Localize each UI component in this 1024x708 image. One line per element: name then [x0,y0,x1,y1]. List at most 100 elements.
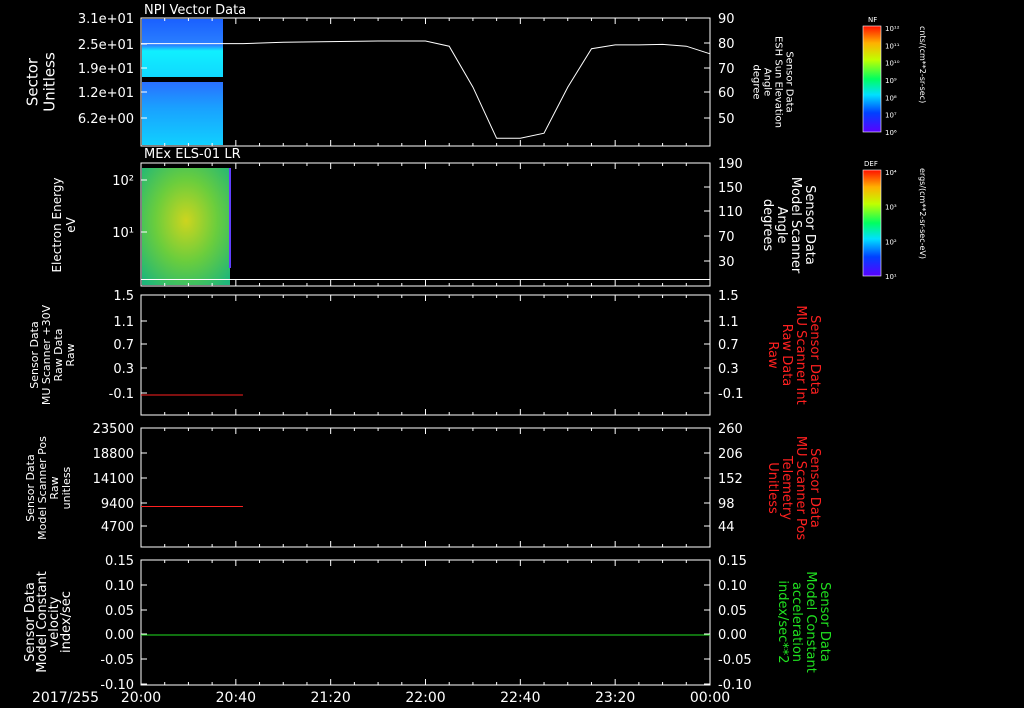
nf-colorbar-tick: 10¹² [885,25,900,33]
x-tick-label: 20:40 [216,690,256,706]
def-colorbar-tick: 10¹ [885,273,897,281]
y-axis-label-left: unitless [60,466,73,509]
y-tick-label-right: 260 [718,422,743,437]
y-tick-label-left: 18800 [93,447,134,462]
y-tick-label-right: 0.00 [718,628,747,643]
y-tick-label-right: -0.1 [718,387,743,402]
y-tick-label-left: 1.2e+01 [78,86,134,101]
y-tick-label-left: 0.05 [105,604,134,619]
y-tick-label-left: -0.05 [100,653,134,668]
y-tick-label-left: 2.5e+01 [78,38,134,53]
y-axis-label-left: Sector [24,57,42,106]
y-axis-label-right: Angle [762,68,773,96]
x-tick-label: 23:20 [595,690,635,706]
y-axis-label-left: Unitless [41,52,59,112]
y-tick-label-right: 30 [718,255,735,270]
y-tick-label-left: 14100 [93,472,134,487]
y-axis-label-right: ESH Sun Elevation [773,36,784,128]
y-axis-label-right: Raw [765,341,780,369]
y-tick-label-right: 70 [718,62,735,77]
y-tick-label-right: -0.05 [718,653,752,668]
panel-5-frame [140,559,711,686]
y-tick-label-left: -0.1 [109,387,134,402]
y-axis-label-left: eV [64,216,78,232]
y-tick-label-left: 0.7 [113,338,134,353]
panel-frames [140,17,711,686]
panel-2-title: MEx ELS-01 LR [144,147,241,162]
x-tick-label: 22:00 [405,690,445,706]
y-tick-label-right: 206 [718,447,743,462]
def-colorbar-tick: 10⁴ [885,169,897,177]
def-colorbar-tick: 10² [885,238,897,246]
y-axis-label-right: MU Scanner Int [793,305,808,404]
y-tick-label-right: 80 [718,37,735,52]
sun-elevation-line [141,40,711,139]
nf-colorbar-tag: NF [868,16,877,24]
nf-colorbar-tick: 10¹¹ [885,42,900,50]
y-axis-label-right: Telemetry [779,455,794,520]
x-tick-label: 22:40 [500,690,540,706]
y-axis-label-right: Unitless [765,462,780,514]
y-tick-label-right: 1.1 [718,315,739,330]
y-axis-label-right: degrees [760,199,775,252]
npi-spectrogram-top-block [142,19,223,77]
y-axis-label-right: Model Scanner [788,177,803,274]
y-tick-label-left: 10¹ [112,226,134,241]
panel-4-frame [140,427,711,548]
y-tick-label-right: 0.3 [718,362,739,377]
y-tick-label-right: 70 [718,230,735,245]
y-axis-label-right: Raw Data [779,324,794,387]
y-tick-label-right: 44 [718,520,735,535]
y-tick-label-left: 1.1 [113,315,134,330]
y-tick-label-right: 150 [718,181,743,196]
y-axis-label-right: index/sec**2 [775,580,790,663]
y-axis-label-left: index/sec [59,591,74,653]
date-label: 2017/255 [32,690,99,706]
def-colorbar-unit: ergs/(cm**2-sr-sec-eV) [918,168,927,259]
y-tick-label-left: 1.9e+01 [78,62,134,77]
y-axis-label-right: Sensor Data [807,448,822,528]
y-tick-label-left: 9400 [101,497,134,512]
els-spectrogram [142,168,231,285]
els-spectrogram-block [142,168,230,285]
npi-spectrogram-bottom-block [142,82,223,145]
y-axis-label-right: MU Scanner Pos [793,436,808,541]
y-axis-label-right: acceleration [789,582,804,662]
y-axis-label-right: Sensor Data [817,582,832,662]
panel-1-frame [140,17,711,147]
y-tick-label-right: 90 [718,12,735,27]
nf-colorbar-tick: 10⁸ [885,94,897,102]
nf-colorbar-tick: 10¹⁰ [885,60,900,68]
y-axis-label-right: Angle [774,207,789,244]
plot-canvas: NPI Vector Data MEx ELS-01 LR NF DEF cnt… [23,3,927,706]
y-axis-label-right: Sensor Data [807,315,822,395]
y-tick-label-right: 190 [718,157,743,172]
def-colorbar-tag: DEF [864,160,878,168]
panel-1-title: NPI Vector Data [144,3,246,18]
y-tick-label-right: 0.05 [718,604,747,619]
y-tick-label-right: -0.10 [718,678,752,693]
y-tick-label-left: 4700 [101,520,134,535]
y-axis-label-left: Raw [64,343,77,366]
y-tick-label-left: -0.10 [100,678,134,693]
nf-colorbar-tick: 10⁹ [885,77,897,85]
panel-3-frame [140,294,711,416]
y-tick-label-right: 152 [718,472,743,487]
y-tick-label-left: 3.1e+01 [78,12,134,27]
y-tick-label-right: 1.5 [718,289,739,304]
nf-colorbar-unit: cnts/(cm**2-sr-sec) [918,26,927,103]
y-axis-label-right: degree [751,64,762,99]
y-tick-label-left: 0.10 [105,579,134,594]
y-tick-label-left: 0.3 [113,362,134,377]
y-tick-label-left: 23500 [93,422,134,437]
y-axis-label-left: Electron Energy [50,177,64,272]
y-tick-label-right: 50 [718,112,735,127]
y-tick-label-right: 60 [718,86,735,101]
nf-colorbar-tick: 10⁷ [885,112,897,120]
y-axis-label-right: Sensor Data [802,185,817,265]
y-tick-label-left: 10² [112,174,134,189]
y-axis-label-right: Model Constant [803,571,818,673]
nf-colorbar-tick: 10⁶ [885,129,897,137]
y-tick-label-right: 0.7 [718,338,739,353]
nf-colorbar [862,25,882,133]
